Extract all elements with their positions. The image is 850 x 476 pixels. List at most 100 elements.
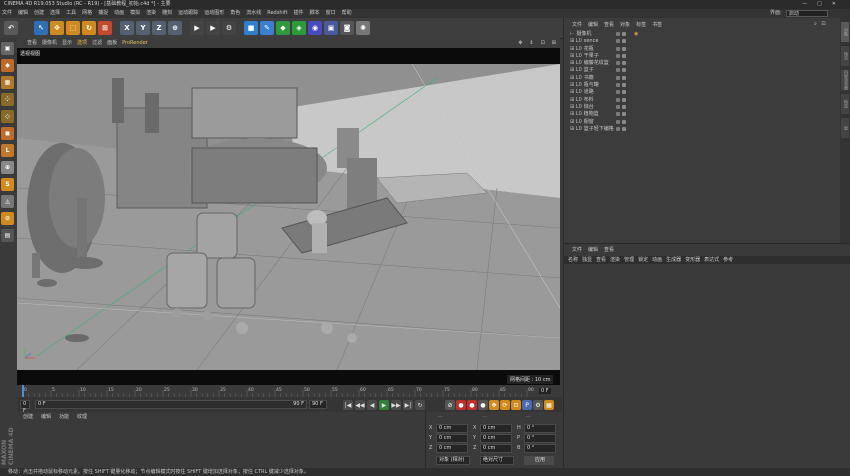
visibility-tag-icon[interactable] [616,112,620,117]
next-frame-button[interactable]: ▶▶ [391,400,401,410]
object-list-item[interactable]: ⊞ L0 道路 [564,89,841,96]
menu-item[interactable]: 窗口 [326,10,336,16]
tweak-mode-button[interactable]: ⊕ [1,161,14,174]
attribute-column-header[interactable]: 表达式 [704,257,719,263]
object-list-item[interactable]: ⊞ L0 布料 [564,97,841,104]
coord-size-select[interactable]: 绝对尺寸 [480,456,514,465]
prev-key-button[interactable]: ◀◀ [355,400,365,410]
cube-button[interactable]: ■ [244,21,258,35]
y-axis-button[interactable]: Y [136,21,150,35]
attribute-column-header[interactable]: 独显 [582,257,592,263]
array-button[interactable]: ◈ [292,21,306,35]
edges-mode-button[interactable]: ◇ [1,110,14,123]
attribute-column-header[interactable]: 生成器 [666,257,681,263]
play-button[interactable]: ▶ [379,400,389,410]
object-list-item[interactable]: ⊞ L0 篮子轻下编格 [564,126,841,133]
keyframe-selection-button[interactable]: ⊘ [445,400,455,410]
check-tag-icon[interactable] [622,104,626,109]
key-rotation-button[interactable]: ⟳ [500,400,510,410]
material-menu-item[interactable]: 编辑 [41,414,51,420]
rotate-button[interactable]: ↻ [82,21,96,35]
live-select-button[interactable]: ↖ [34,21,48,35]
visibility-tag-icon[interactable] [616,68,620,73]
scene-button[interactable]: ▣ [324,21,338,35]
side-tab[interactable]: 构造 [841,94,849,114]
check-tag-icon[interactable] [622,46,626,51]
attribute-column-header[interactable]: 管理 [624,257,634,263]
object-list-item[interactable]: ⊞ L0 瓶与罐 [564,82,841,89]
menu-item[interactable]: 脚本 [310,10,320,16]
attribute-column-header[interactable]: 参考 [723,257,733,263]
attribute-column-header[interactable]: 查看 [596,257,606,263]
viewport-menu-item[interactable]: 查看 [27,40,37,46]
visibility-tag-icon[interactable] [616,46,620,51]
object-list-item[interactable]: ⊞ L0 植物篮 [564,111,841,118]
key-scale-button[interactable]: ⊡ [511,400,521,410]
viewport-menu-item[interactable]: 显示 [62,40,72,46]
recent-tool-button[interactable]: ⊞ [98,21,112,35]
coord-rot-field[interactable]: 0 ° [524,434,556,443]
object-manager-menu-item[interactable]: 编辑 [588,22,598,28]
end-frame-field[interactable]: 90 F [309,400,327,409]
layout-select[interactable]: 启动 [786,10,828,17]
attribute-column-header[interactable]: 锁定 [638,257,648,263]
object-manager-menu-item[interactable]: 书签 [652,22,662,28]
coord-system-button[interactable]: ⊕ [168,21,182,35]
render-picture-viewer-button[interactable]: ▶ [206,21,220,35]
search-icon[interactable]: ⌕ [814,21,817,27]
visibility-tag-icon[interactable] [616,39,620,44]
material-menu-item[interactable]: 创建 [23,414,33,420]
move-view-icon[interactable]: ✥ [518,40,524,46]
make-editable-button[interactable]: ▣ [1,42,14,55]
start-frame-field[interactable]: 0 F [20,400,30,414]
visibility-tag-icon[interactable] [616,90,620,95]
visibility-tag-icon[interactable] [616,104,620,109]
menu-item[interactable]: 工具 [66,10,76,16]
polygons-mode-button[interactable]: ◼ [1,127,14,140]
viewport-menu-item[interactable]: 选项 [77,40,87,46]
apply-button[interactable]: 应用 [524,456,554,465]
perspective-viewport[interactable]: 透视视图 网格间距 : 10 cm [17,48,560,385]
key-position-button[interactable]: ✥ [489,400,499,410]
key-pla-button[interactable]: ⚙ [533,400,543,410]
deformer-button[interactable]: ◉ [308,21,322,35]
side-tab[interactable]: 内容浏览器 [841,70,849,90]
menu-item[interactable]: 文件 [2,10,12,16]
texture-mode-button[interactable]: ▦ [1,76,14,89]
viewport-menu-item[interactable]: 过滤 [92,40,102,46]
visibility-tag-icon[interactable] [616,119,620,124]
timeline-scheme-button[interactable]: ▦ [544,400,554,410]
visibility-tag-icon[interactable] [616,32,620,36]
auto-key-button[interactable]: ● [467,400,477,410]
move-button[interactable]: ✥ [50,21,64,35]
record-key-button[interactable]: ● [456,400,466,410]
object-list-item[interactable]: ⊞ L0 烛台 [564,104,841,111]
menu-item[interactable]: 选择 [50,10,60,16]
menu-item[interactable]: Redshift [267,10,287,16]
material-menu-item[interactable]: 纹理 [77,414,87,420]
menu-item[interactable]: 流水线 [246,10,261,16]
menu-item[interactable]: 网格 [82,10,92,16]
attribute-column-header[interactable]: 渲染 [610,257,620,263]
menu-item[interactable]: 渲染 [146,10,156,16]
undo-button[interactable]: ↶ [4,21,18,35]
coord-rot-field[interactable]: 0 ° [524,444,556,453]
check-tag-icon[interactable] [622,75,626,80]
camera-button[interactable]: ◙ [340,21,354,35]
object-manager-menu-item[interactable]: 标签 [636,22,646,28]
material-menu-item[interactable]: 功能 [59,414,69,420]
attribute-manager-menu-item[interactable]: 编辑 [588,247,598,253]
menu-item[interactable]: 运动跟踪 [178,10,198,16]
visibility-tag-icon[interactable] [616,75,620,80]
object-list-item[interactable]: ⊞ L0 花瓶 [564,46,841,53]
check-tag-icon[interactable] [622,83,626,88]
minimize-button[interactable]: — [802,1,817,7]
object-list-item[interactable]: ⊞ L0 编藤花纹篮 [564,60,841,67]
attribute-manager-menu-item[interactable]: 查看 [604,247,614,253]
close-button[interactable]: ✕ [832,1,846,7]
axis-mode-button[interactable]: L [1,144,14,157]
points-mode-button[interactable]: ⁘ [1,93,14,106]
attribute-manager-menu-item[interactable]: 文件 [572,247,582,253]
pen-button[interactable]: ✎ [260,21,274,35]
timeline-ruler[interactable]: 0 5 10 15 20 25 30 35 40 45 50 55 60 65 70 75 80 85 90 0 F [17,385,560,397]
